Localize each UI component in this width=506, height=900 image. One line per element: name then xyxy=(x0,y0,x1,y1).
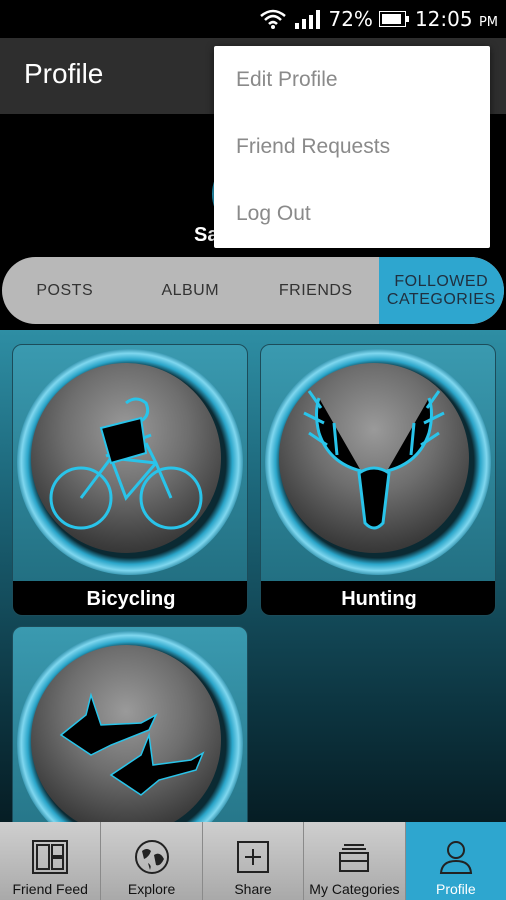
category-tile-hunting[interactable]: Hunting xyxy=(260,344,496,616)
wifi-icon xyxy=(260,9,287,29)
nav-label: Friend Feed xyxy=(12,881,88,897)
bottom-nav: Friend Feed Explore Share My Categories … xyxy=(0,822,506,900)
feed-icon xyxy=(32,840,69,874)
tab-friends[interactable]: FRIENDS xyxy=(253,257,379,324)
globe-icon xyxy=(134,840,169,874)
category-label: Hunting xyxy=(261,581,495,615)
nav-explore[interactable]: Explore xyxy=(101,822,203,900)
page-title: Profile xyxy=(24,58,104,89)
overflow-menu: Edit Profile Friend Requests Log Out xyxy=(214,46,490,248)
nav-label: Profile xyxy=(435,881,476,897)
category-label: Bicycling xyxy=(13,581,247,615)
nav-friend-feed[interactable]: Friend Feed xyxy=(0,822,102,900)
nav-label: My Categories xyxy=(309,881,400,897)
nav-my-categories[interactable]: My Categories xyxy=(304,822,406,900)
deer-skull-icon xyxy=(279,363,469,553)
categories-grid: Bicycling Hunting xyxy=(0,330,506,822)
clock-ampm: PM xyxy=(478,15,498,30)
category-tile-bicycling[interactable]: Bicycling xyxy=(12,344,248,616)
nav-profile[interactable]: Profile xyxy=(405,822,506,900)
profile-tabs: POSTS ALBUM FRIENDS FOLLOWED CATEGORIES xyxy=(2,257,504,324)
battery-percent: 72% xyxy=(328,7,373,31)
menu-item-log-out[interactable]: Log Out xyxy=(214,180,490,247)
menu-item-edit-profile[interactable]: Edit Profile xyxy=(214,46,490,113)
bicycle-icon xyxy=(31,363,221,553)
category-tile-waterfowl[interactable] xyxy=(12,626,248,822)
status-bar: 72% 12:05 PM xyxy=(0,0,506,38)
plus-square-icon xyxy=(237,841,270,873)
nav-share[interactable]: Share xyxy=(202,822,305,900)
categories-icon xyxy=(339,844,370,872)
signal-icon xyxy=(295,10,321,29)
tab-posts[interactable]: POSTS xyxy=(2,257,128,324)
tab-album[interactable]: ALBUM xyxy=(128,257,254,324)
nav-label: Share xyxy=(234,881,272,897)
tab-followed-categories[interactable]: FOLLOWED CATEGORIES xyxy=(378,257,504,324)
clock: 12:05 PM xyxy=(415,7,498,31)
nav-label: Explore xyxy=(127,881,176,897)
clock-time: 12:05 xyxy=(414,7,473,31)
battery-icon xyxy=(378,11,409,27)
flying-ducks-icon xyxy=(31,645,221,822)
person-icon xyxy=(439,841,472,874)
menu-item-friend-requests[interactable]: Friend Requests xyxy=(214,113,490,180)
